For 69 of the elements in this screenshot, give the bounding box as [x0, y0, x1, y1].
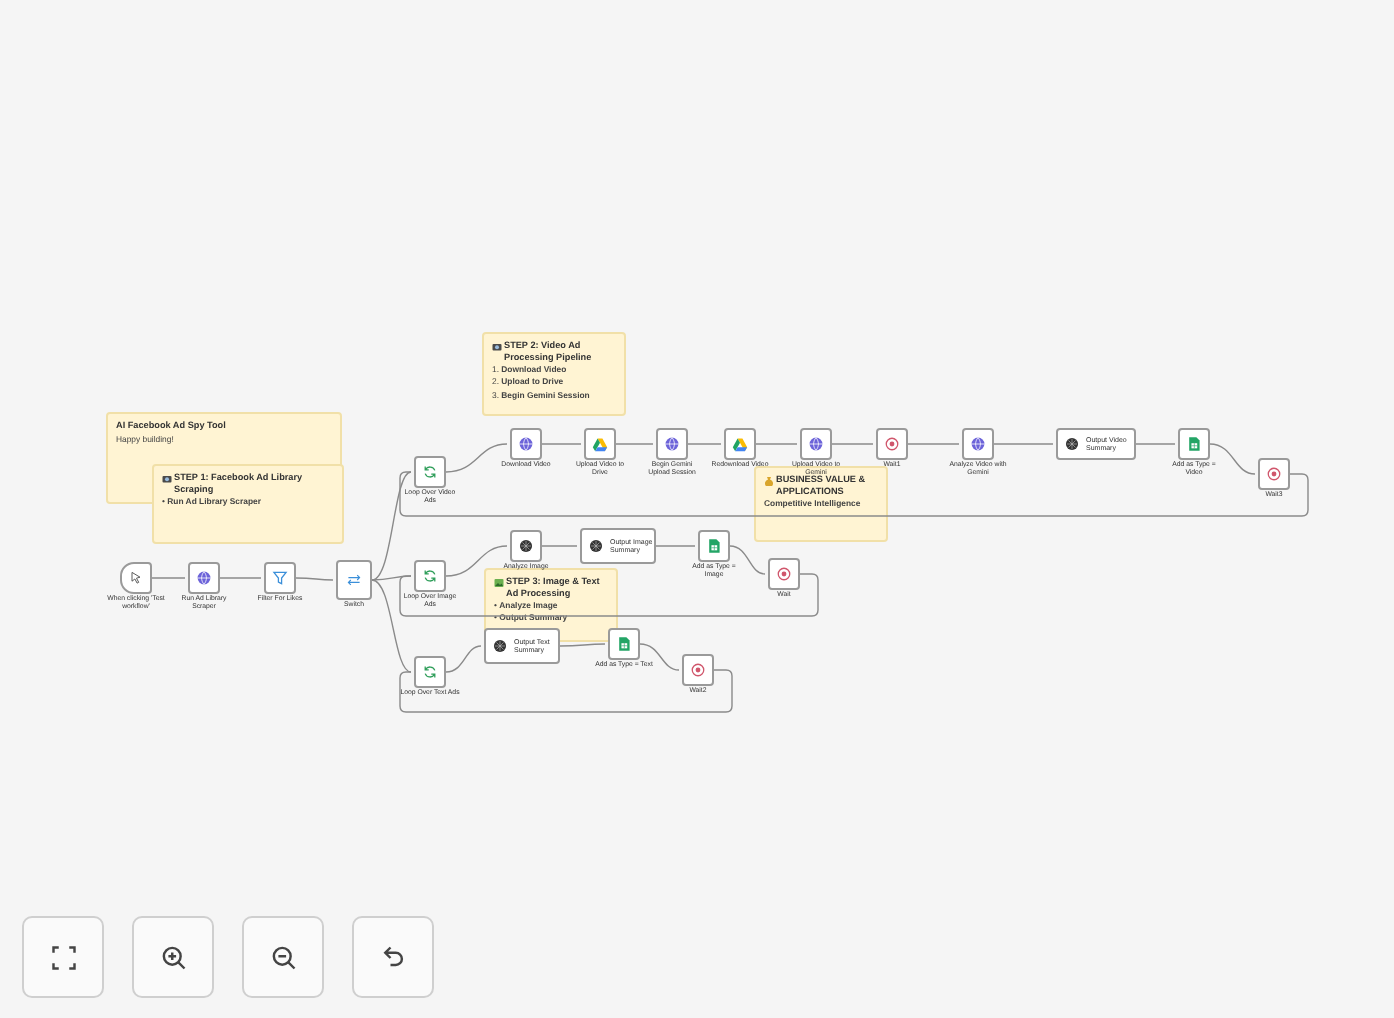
spreadsheet-icon [1186, 436, 1202, 452]
globe-icon [664, 436, 680, 452]
workflow-node[interactable] [962, 428, 994, 460]
workflow-node[interactable] [414, 656, 446, 688]
ai-model-icon [518, 538, 534, 554]
connector [655, 545, 696, 547]
zoom-in-icon [159, 943, 187, 971]
camera-icon [492, 341, 502, 351]
workflow-node[interactable] [682, 654, 714, 686]
workflow-node[interactable] [1178, 428, 1210, 460]
workflow-node[interactable] [724, 428, 756, 460]
workflow-node[interactable] [608, 628, 640, 660]
undo-icon [379, 943, 407, 971]
workflow-node[interactable] [188, 562, 220, 594]
pause-circle-icon [884, 436, 900, 452]
connector [993, 443, 1054, 445]
cursor-icon [128, 570, 144, 586]
workflow-node[interactable] [698, 530, 730, 562]
pause-circle-icon [1266, 466, 1282, 482]
funnel-icon [272, 570, 288, 586]
spreadsheet-icon [706, 538, 722, 554]
workflow-node[interactable] [264, 562, 296, 594]
workflow-node[interactable] [1258, 458, 1290, 490]
pause-circle-icon [690, 662, 706, 678]
connector [541, 443, 582, 445]
workflow-node[interactable] [336, 560, 372, 600]
spreadsheet-icon [616, 636, 632, 652]
workflow-node[interactable] [768, 558, 800, 590]
connector [615, 443, 654, 445]
workflow-node[interactable] [800, 428, 832, 460]
connector [541, 545, 578, 547]
globe-icon [808, 436, 824, 452]
workflow-node[interactable] [414, 456, 446, 488]
workflow-node[interactable] [120, 562, 152, 594]
ai-model-icon [1064, 436, 1080, 452]
loop-icon [422, 464, 438, 480]
zoom-out-icon [269, 943, 297, 971]
connector [151, 577, 186, 579]
workflow-node[interactable] [876, 428, 908, 460]
camera-icon [162, 473, 172, 483]
connector [559, 643, 606, 647]
switch-icon [346, 572, 362, 588]
image-icon [494, 577, 504, 587]
globe-icon [196, 570, 212, 586]
zoom-out-button[interactable] [242, 916, 324, 998]
connector [755, 443, 798, 445]
drive-icon [592, 436, 608, 452]
globe-icon [518, 436, 534, 452]
drive-icon [732, 436, 748, 452]
connector [1135, 443, 1176, 445]
workflow-node[interactable] [414, 560, 446, 592]
loop-icon [422, 664, 438, 680]
connector [907, 443, 960, 445]
workflow-node[interactable] [510, 428, 542, 460]
workflow-node[interactable] [656, 428, 688, 460]
workflow-node[interactable] [584, 428, 616, 460]
connector [219, 577, 262, 579]
connector [295, 577, 334, 581]
workflow-node[interactable] [510, 530, 542, 562]
ai-model-icon [588, 538, 604, 554]
connector [687, 443, 722, 445]
loop-icon [422, 568, 438, 584]
connector [831, 443, 874, 445]
globe-icon [970, 436, 986, 452]
bag-icon [764, 475, 774, 485]
fit-view-icon [49, 943, 77, 971]
pause-circle-icon [776, 566, 792, 582]
zoom-in-button[interactable] [132, 916, 214, 998]
ai-model-icon [492, 638, 508, 654]
